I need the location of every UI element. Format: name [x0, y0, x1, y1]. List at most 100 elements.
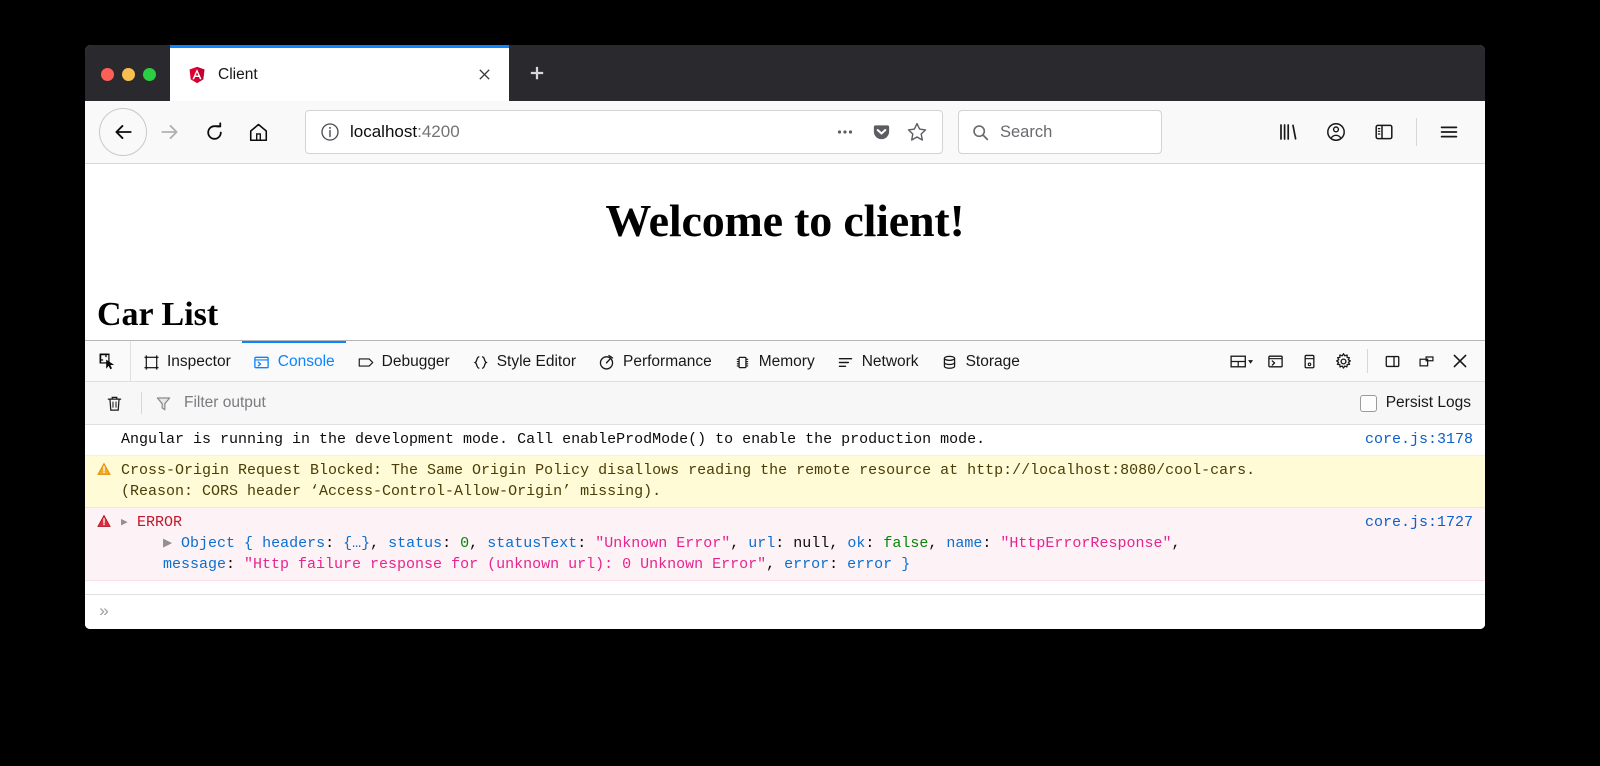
log-source-link[interactable]: core.js:1727 — [1353, 512, 1473, 533]
url-bar-value: localhost:4200 — [350, 122, 822, 142]
page-content-area: Welcome to client! Car List — [85, 164, 1485, 340]
star-icon[interactable] — [904, 119, 930, 145]
console-input-row[interactable]: » — [85, 594, 1485, 629]
browser-tab-title: Client — [218, 66, 471, 84]
log-message-line: Cross-Origin Request Blocked: The Same O… — [121, 460, 1473, 481]
log-source-link[interactable]: core.js:3178 — [1353, 429, 1473, 450]
devtools-divider — [1367, 349, 1368, 373]
account-icon[interactable] — [1314, 110, 1358, 154]
filter-input[interactable]: Filter output — [184, 394, 1360, 412]
device-icon[interactable] — [1292, 341, 1326, 381]
console-prompt-icon: » — [99, 603, 109, 622]
funnel-icon[interactable] — [152, 392, 174, 414]
object-value: "Unknown Error" — [595, 535, 730, 552]
forward-arrow-icon[interactable] — [149, 111, 191, 153]
object-value: "Http failure response for (unknown url)… — [244, 556, 766, 573]
persist-logs-label: Persist Logs — [1386, 394, 1471, 412]
object-value: "HttpErrorResponse" — [1000, 535, 1171, 552]
trash-icon[interactable] — [97, 388, 131, 418]
back-arrow-icon[interactable] — [99, 108, 147, 156]
object-value: error — [847, 556, 892, 573]
sidebar-icon[interactable] — [1362, 110, 1406, 154]
tab-label: Style Editor — [497, 353, 576, 371]
console-log-row-warning[interactable]: Cross-Origin Request Blocked: The Same O… — [85, 456, 1485, 508]
tab-storage[interactable]: Storage — [930, 341, 1031, 381]
url-bar[interactable]: localhost:4200 — [305, 110, 943, 154]
browser-window: Client — [85, 45, 1485, 629]
tab-style-editor[interactable]: Style Editor — [461, 341, 587, 381]
tab-inspector[interactable]: Inspector — [131, 341, 242, 381]
object-expander-arrow[interactable]: ▶ — [163, 535, 172, 552]
tab-label: Storage — [966, 353, 1020, 371]
window-minimize-button[interactable] — [122, 68, 135, 81]
storage-icon — [941, 353, 959, 371]
search-icon — [971, 123, 990, 142]
object-value: {…} — [343, 535, 370, 552]
error-triangle-icon — [97, 512, 121, 528]
browser-tab-client[interactable]: Client — [170, 45, 509, 101]
tab-performance[interactable]: Performance — [587, 341, 723, 381]
tab-network[interactable]: Network — [826, 341, 930, 381]
window-traffic-lights — [85, 68, 170, 101]
object-key: error — [784, 556, 829, 573]
log-expander-arrow[interactable]: ▶ — [121, 512, 137, 534]
persist-logs-toggle[interactable]: Persist Logs — [1360, 394, 1471, 412]
tab-label: Performance — [623, 353, 712, 371]
settings-gear-icon[interactable] — [1326, 341, 1360, 381]
inspector-icon — [142, 353, 160, 371]
log-message-body: Cross-Origin Request Blocked: The Same O… — [121, 460, 1473, 502]
toolbar-right-buttons — [1266, 110, 1471, 154]
close-icon[interactable] — [471, 62, 497, 88]
car-list-heading: Car List — [85, 247, 1485, 334]
navigation-toolbar: localhost:4200 — [85, 101, 1485, 164]
responsive-design-mode-icon[interactable] — [1224, 341, 1258, 381]
ellipsis-icon[interactable] — [832, 119, 858, 145]
persist-logs-checkbox[interactable] — [1360, 395, 1377, 412]
log-severity-gutter — [97, 429, 121, 431]
close-devtools-icon[interactable] — [1443, 341, 1477, 381]
object-key: message — [163, 556, 226, 573]
debugger-icon — [357, 353, 375, 371]
object-value: 0 — [460, 535, 469, 552]
tab-console[interactable]: Console — [242, 341, 346, 381]
object-key: name — [946, 535, 982, 552]
window-close-button[interactable] — [101, 68, 114, 81]
console-log-row-info[interactable]: Angular is running in the development mo… — [85, 425, 1485, 456]
object-key: status — [388, 535, 442, 552]
library-icon[interactable] — [1266, 110, 1310, 154]
reload-icon[interactable] — [193, 111, 235, 153]
tab-memory[interactable]: Memory — [723, 341, 826, 381]
window-maximize-button[interactable] — [143, 68, 156, 81]
object-value: null — [793, 535, 829, 552]
console-output[interactable]: Angular is running in the development mo… — [85, 425, 1485, 594]
info-circle-icon[interactable] — [320, 122, 340, 142]
error-object-preview-continued[interactable]: message: "Http failure response for (unk… — [137, 554, 1353, 575]
devtools-panel: Inspector Console Debu — [85, 340, 1485, 629]
search-bar[interactable]: Search — [958, 110, 1162, 154]
new-tab-button[interactable] — [509, 45, 565, 101]
console-log-row-error[interactable]: ▶ ERROR ▶ Object { headers: {…}, status:… — [85, 508, 1485, 581]
console-filter-bar: Filter output Persist Logs — [85, 382, 1485, 425]
object-key: ok — [847, 535, 865, 552]
error-object-preview[interactable]: ▶ Object { headers: {…}, status: 0, stat… — [137, 533, 1353, 554]
filter-divider — [141, 392, 142, 414]
angular-icon — [188, 66, 206, 84]
dock-side-icon[interactable] — [1375, 341, 1409, 381]
style-editor-icon — [472, 353, 490, 371]
object-value: false — [883, 535, 928, 552]
object-suffix: } — [892, 556, 910, 573]
tab-label: Debugger — [382, 353, 450, 371]
home-icon[interactable] — [237, 111, 279, 153]
search-input[interactable]: Search — [1000, 123, 1052, 142]
split-console-icon[interactable] — [1258, 341, 1292, 381]
tab-strip: Client — [85, 45, 1485, 101]
pocket-icon[interactable] — [868, 119, 894, 145]
devtools-toolbar: Inspector Console Debu — [85, 341, 1485, 382]
element-picker-icon[interactable] — [85, 341, 131, 381]
hamburger-menu-icon[interactable] — [1427, 110, 1471, 154]
separate-window-icon[interactable] — [1409, 341, 1443, 381]
log-message-body: Angular is running in the development mo… — [121, 429, 1353, 450]
error-label: ERROR — [137, 512, 1353, 533]
tab-debugger[interactable]: Debugger — [346, 341, 461, 381]
console-icon — [253, 353, 271, 371]
